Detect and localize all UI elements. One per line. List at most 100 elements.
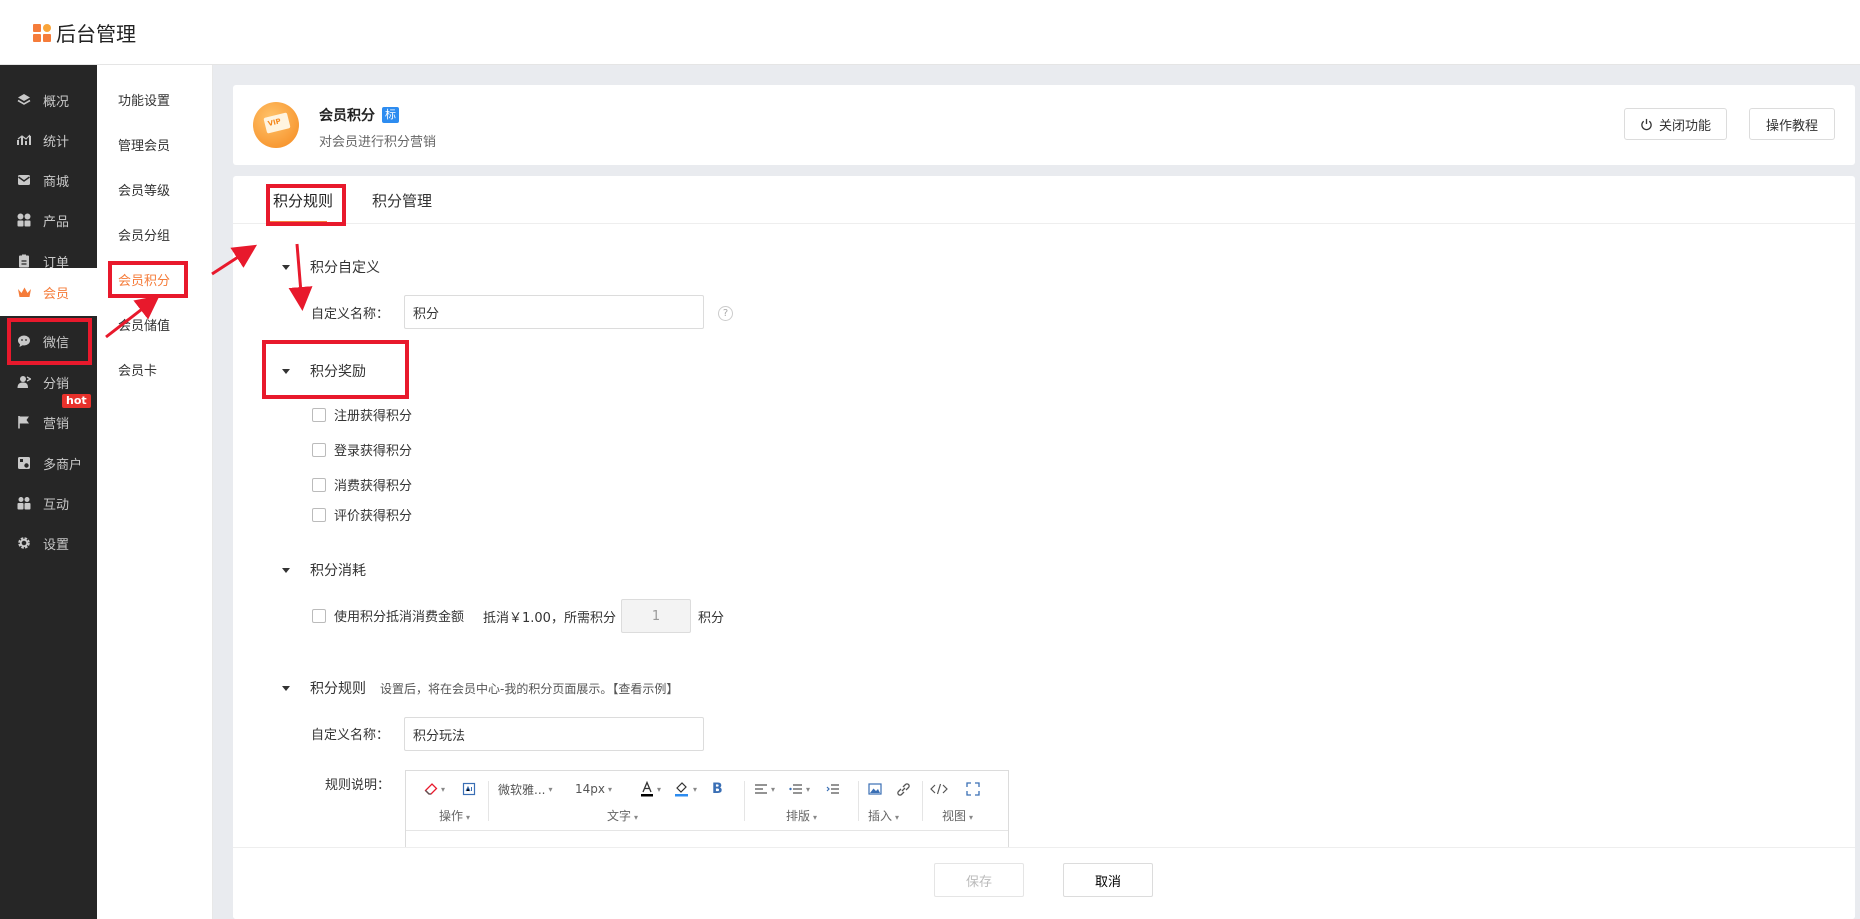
option-label: 消费获得积分 xyxy=(334,479,413,494)
checkbox[interactable] xyxy=(312,507,326,522)
cancel-button[interactable]: 取消 xyxy=(1063,863,1153,897)
font-family-select[interactable]: 微软雅... ▾ xyxy=(498,780,552,798)
checkbox[interactable] xyxy=(312,608,326,623)
submenu-item-member-card[interactable]: 会员卡 xyxy=(97,347,213,392)
section-title: 积分自定义 xyxy=(310,260,380,276)
font-size-select[interactable]: 14px ▾ xyxy=(575,780,612,798)
rules-note: 设置后，将在会员中心-我的积分页面展示。【查看示例】 xyxy=(380,681,679,696)
submenu-item-manage-members[interactable]: 管理会员 xyxy=(97,122,213,167)
fullscreen-icon[interactable] xyxy=(966,780,980,798)
reward-review-option[interactable]: 评价获得积分 xyxy=(312,505,412,524)
power-icon xyxy=(1641,118,1652,130)
vip-icon-text: VIP xyxy=(267,117,282,129)
chart-icon xyxy=(16,132,32,148)
users-icon xyxy=(16,495,32,511)
sidebar-item-label: 统计 xyxy=(43,134,70,150)
app-logo[interactable]: 后台管理 xyxy=(33,18,136,47)
list-icon[interactable]: ▾ xyxy=(789,780,810,798)
form-footer: 保存 取消 xyxy=(233,847,1855,919)
custom-name-label: 自定义名称： xyxy=(311,307,390,322)
sidebar-item-label: 分销 xyxy=(43,376,70,392)
help-icon[interactable]: ? xyxy=(718,306,733,321)
tutorial-button[interactable]: 操作教程 xyxy=(1749,108,1835,140)
store-icon xyxy=(16,455,32,471)
caret-down-icon xyxy=(282,685,290,691)
indent-icon[interactable] xyxy=(826,780,840,798)
save-button[interactable]: 保存 xyxy=(934,863,1024,897)
annotation-box-points-reward xyxy=(262,340,409,399)
grid-icon xyxy=(16,212,32,228)
rules-desc-label: 规则说明： xyxy=(325,778,391,793)
checkbox[interactable] xyxy=(312,477,326,492)
points-unit: 积分 xyxy=(698,611,725,626)
toolbar-divider xyxy=(744,781,745,821)
hot-badge: hot xyxy=(62,394,91,408)
sidebar-item-label: 营销 xyxy=(43,416,70,432)
reward-login-option[interactable]: 登录获得积分 xyxy=(312,440,412,459)
tab-points-management[interactable]: 积分管理 xyxy=(372,190,432,211)
mail-icon xyxy=(16,172,32,188)
user-share-icon xyxy=(16,374,32,390)
reward-register-option[interactable]: 注册获得积分 xyxy=(312,405,412,424)
highlight-color-icon[interactable]: ▾ xyxy=(674,780,697,798)
submenu-item-function-settings[interactable]: 功能设置 xyxy=(97,77,213,122)
toolbar-group-actions: ▾ 操作 ▾ xyxy=(406,771,486,831)
toolbar-label-text[interactable]: 文字 ▾ xyxy=(607,807,638,824)
section-title: 积分消耗 xyxy=(310,563,366,579)
crown-icon xyxy=(16,284,32,300)
required-points-input[interactable] xyxy=(621,599,691,633)
caret-down-icon xyxy=(282,264,290,270)
close-feature-button[interactable]: 关闭功能 xyxy=(1624,108,1727,140)
consume-offset-option[interactable]: 使用积分抵消消费金额 xyxy=(312,606,464,625)
toolbar-label-view[interactable]: 视图 ▾ xyxy=(942,807,973,824)
eraser-icon[interactable]: ▾ xyxy=(424,780,445,798)
section-rules-header[interactable]: 积分规则 设置后，将在会员中心-我的积分页面展示。【查看示例】 xyxy=(282,678,678,698)
sidebar-item-members[interactable]: 会员 xyxy=(0,268,97,316)
align-icon[interactable]: ▾ xyxy=(754,780,775,798)
format-painter-icon[interactable] xyxy=(462,780,476,798)
sidebar-item-label: 会员 xyxy=(43,286,70,302)
toolbar-group-text: 微软雅... ▾ 14px ▾ ▾ ▾ B 文字 ▾ xyxy=(490,771,740,831)
option-label: 登录获得积分 xyxy=(334,444,413,459)
toolbar-label-actions[interactable]: 操作 ▾ xyxy=(439,807,470,824)
image-icon[interactable] xyxy=(868,780,882,798)
layers-icon xyxy=(16,92,32,108)
sidebar-item-label: 互动 xyxy=(43,497,70,513)
bold-icon[interactable]: B xyxy=(712,780,723,798)
toolbar-group-view: 视图 ▾ xyxy=(924,771,1008,831)
sidebar-item-label: 多商户 xyxy=(43,457,83,473)
rules-name-input[interactable] xyxy=(404,717,704,751)
toolbar-divider xyxy=(922,781,923,821)
editor-toolbar: ▾ 操作 ▾ 微软雅... ▾ 14px ▾ ▾ ▾ B 文字 ▾ ▾ ▾ 排版 ▾ xyxy=(406,771,1008,831)
reward-purchase-option[interactable]: 消费获得积分 xyxy=(312,475,412,494)
submenu-item-member-balance[interactable]: 会员储值 xyxy=(97,302,213,347)
font-color-icon[interactable]: ▾ xyxy=(640,780,661,798)
sidebar-item-settings[interactable]: 设置 xyxy=(0,519,97,567)
link-icon[interactable] xyxy=(896,780,911,798)
sidebar-item-label: 商城 xyxy=(43,174,70,190)
toolbar-group-insert: 插入 ▾ xyxy=(860,771,920,831)
submenu-item-member-levels[interactable]: 会员等级 xyxy=(97,167,213,212)
code-view-icon[interactable] xyxy=(930,780,948,798)
checkbox[interactable] xyxy=(312,407,326,422)
top-bar: 后台管理 xyxy=(0,0,1860,65)
annotation-box-member-points xyxy=(108,261,188,298)
section-consume-header[interactable]: 积分消耗 xyxy=(282,560,366,580)
group-label: 视图 xyxy=(942,809,967,823)
logo-icon xyxy=(33,23,51,42)
vip-card-icon: VIP xyxy=(253,102,299,148)
submenu-item-member-groups[interactable]: 会员分组 xyxy=(97,212,213,257)
toolbar-label-insert[interactable]: 插入 ▾ xyxy=(868,807,899,824)
group-label: 文字 xyxy=(607,809,632,823)
clipboard-icon xyxy=(16,253,32,269)
main-sidebar: 概况 统计 商城 产品 订单 会员 微信 分销 营销 hot 多商户 互动 设置 xyxy=(0,65,97,919)
caret-down-icon xyxy=(282,567,290,573)
custom-name-input[interactable] xyxy=(404,295,704,329)
sidebar-item-label: 产品 xyxy=(43,214,70,230)
group-label: 排版 xyxy=(786,809,811,823)
points-settings-panel: 积分规则 积分管理 积分自定义 自定义名称： ? 积分奖励 注册获得积分 登录获… xyxy=(233,176,1855,919)
feature-title-text: 会员积分 xyxy=(319,108,375,124)
toolbar-label-layout[interactable]: 排版 ▾ xyxy=(786,807,817,824)
section-custom-header[interactable]: 积分自定义 xyxy=(282,257,380,277)
checkbox[interactable] xyxy=(312,442,326,457)
